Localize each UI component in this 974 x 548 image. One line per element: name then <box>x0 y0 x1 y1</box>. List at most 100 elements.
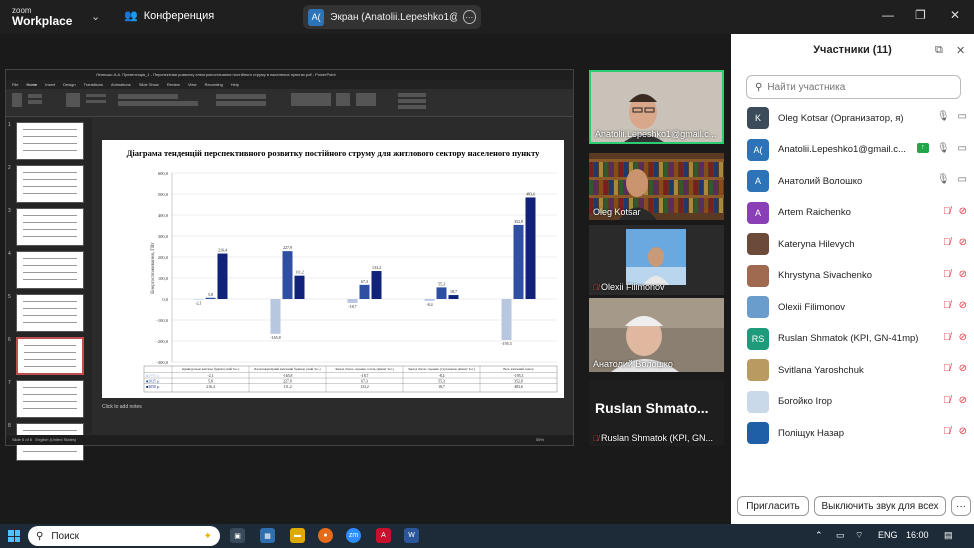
video-off-icon[interactable]: ⊘ <box>959 269 967 280</box>
video-off-icon[interactable]: ⊘ <box>959 395 967 406</box>
close-icon[interactable]: ✕ <box>950 8 960 22</box>
participant-row[interactable]: RS Ruslan Shmatok (KPI, GN-41mp) 🎙̸ ⊘ <box>747 326 967 352</box>
tray-language[interactable]: ENG <box>878 530 898 540</box>
participant-row[interactable]: A Artem Raichenko 🎙̸ ⊘ <box>747 200 967 226</box>
more-options-button[interactable]: ··· <box>951 496 971 516</box>
thumb-line <box>23 315 77 316</box>
participant-row[interactable]: A Анатолий Волошко 🎙 ▭ <box>747 168 967 194</box>
ppt-tab[interactable]: Animations <box>111 80 131 89</box>
close-icon[interactable]: ✕ <box>956 44 965 57</box>
conference-button[interactable]: 👥 Конференция <box>124 9 214 23</box>
slide-thumbnail[interactable] <box>16 251 84 289</box>
ppt-tab[interactable]: Insert <box>45 80 55 89</box>
video-off-icon[interactable]: ⊘ <box>959 332 967 343</box>
thumb-number: 3 <box>8 208 11 214</box>
restore-icon[interactable]: ❐ <box>915 8 926 22</box>
search-input[interactable] <box>767 81 948 93</box>
tray-time[interactable]: 16:00 <box>906 530 929 540</box>
video-icon[interactable]: ▭ <box>958 174 967 185</box>
video-off-icon[interactable]: ⊘ <box>959 426 967 437</box>
table-cell: ■2050 р. <box>146 385 160 389</box>
participant-row[interactable]: Богойко Ігор 🎙̸ ⊘ <box>747 389 967 415</box>
video-off-icon[interactable]: ⊘ <box>959 363 967 374</box>
logo-line2: Workplace <box>12 14 73 28</box>
more-icon[interactable]: ··· <box>462 10 477 24</box>
copilot-sparkle-icon: ✦ <box>203 530 212 542</box>
participant-row[interactable]: Olexii Filimonov 🎙̸ ⊘ <box>747 294 967 320</box>
thumb-line <box>23 401 77 402</box>
participant-status: 🎙̸ ⊘ <box>943 332 967 343</box>
thumb-line <box>23 150 77 151</box>
video-off-icon[interactable]: ⊘ <box>959 206 967 217</box>
video-tile[interactable]: Ruslan Shmato... 🎙̸ Ruslan Shmatok (KPI, … <box>589 380 724 446</box>
mic-muted-icon[interactable]: 🎙̸ <box>943 395 951 406</box>
thumb-line <box>23 451 77 452</box>
mic-icon[interactable]: 🎙 <box>937 174 950 185</box>
firefox-icon[interactable]: ● <box>318 528 333 543</box>
video-tile[interactable]: Анатолий Волошко <box>589 298 724 372</box>
slide-thumbnail[interactable] <box>16 380 84 418</box>
participant-row[interactable]: K Oleg Kotsar (Организатор, я) 🎙 ▭ <box>747 105 967 131</box>
minimize-icon[interactable]: — <box>882 8 894 22</box>
mic-muted-icon[interactable]: 🎙̸ <box>943 269 951 280</box>
notes-placeholder[interactable]: Click to add notes <box>102 404 142 410</box>
participant-row[interactable]: Svitlana Yaroshchuk 🎙̸ ⊘ <box>747 357 967 383</box>
video-tile[interactable]: Anatolii.Lepeshko1@gmail.c... <box>589 70 724 144</box>
slide-thumbnail[interactable] <box>16 165 84 203</box>
participant-search[interactable]: ⚲ <box>746 75 961 99</box>
popout-icon[interactable]: ⧉ <box>935 44 943 57</box>
invite-button[interactable]: Пригласить <box>737 496 809 516</box>
slide-thumbnail[interactable] <box>16 337 84 375</box>
mic-muted-icon[interactable]: 🎙̸ <box>943 363 951 374</box>
mic-muted-icon[interactable]: 🎙̸ <box>943 206 951 217</box>
mute-all-button[interactable]: Выключить звук для всех <box>814 496 946 516</box>
video-off-icon[interactable]: ⊘ <box>959 237 967 248</box>
video-icon[interactable]: ▭ <box>958 111 967 122</box>
thumb-line <box>23 322 77 323</box>
mic-icon[interactable]: 🎙 <box>937 143 950 154</box>
tray-chevron-icon[interactable]: ⌃ <box>815 530 823 541</box>
participant-row[interactable]: Khrystyna Sivachenko 🎙̸ ⊘ <box>747 263 967 289</box>
ppt-tab[interactable]: View <box>188 80 197 89</box>
participant-status: 🎙 ▭ <box>937 111 967 122</box>
network-icon[interactable]: ⌔ <box>855 530 863 541</box>
ppt-tab[interactable]: File <box>12 80 18 89</box>
video-icon[interactable]: ▭ <box>958 143 967 154</box>
chevron-down-icon[interactable]: ⌄ <box>91 10 100 23</box>
ppt-tab[interactable]: Design <box>63 80 75 89</box>
video-tile[interactable]: 🎙̸ Olexii Filimonov <box>589 225 724 295</box>
slide-thumbnail[interactable] <box>16 122 84 160</box>
app-icon[interactable]: ▦ <box>260 528 275 543</box>
mic-muted-icon[interactable]: 🎙̸ <box>943 300 951 311</box>
ppt-tab[interactable]: Home <box>26 80 37 89</box>
ppt-tab[interactable]: Help <box>231 80 239 89</box>
participant-row[interactable]: Поліщук Назар 🎙̸ ⊘ <box>747 420 967 446</box>
ppt-tab[interactable]: Slide Show <box>139 80 159 89</box>
video-tile[interactable]: Oleg Kotsar <box>589 153 724 220</box>
screen-share-pill[interactable]: A( Экран (Anatolii.Lepeshko1@gmail.com) … <box>303 5 481 29</box>
zoom-icon[interactable]: zm <box>346 528 361 543</box>
acrobat-icon[interactable]: A <box>376 528 391 543</box>
mic-icon[interactable]: 🎙 <box>937 111 950 122</box>
table-cell: ■2025 р. <box>146 380 160 384</box>
ppt-tab[interactable]: Review <box>167 80 180 89</box>
word-icon[interactable]: W <box>404 528 419 543</box>
participant-name: Богойко Ігор <box>778 396 833 407</box>
windows-start-icon[interactable] <box>8 530 20 542</box>
video-off-icon[interactable]: ⊘ <box>959 300 967 311</box>
mic-muted-icon[interactable]: 🎙̸ <box>943 332 951 343</box>
ppt-tab[interactable]: Transitions <box>84 80 103 89</box>
participant-row[interactable]: Kateryna Hilevych 🎙̸ ⊘ <box>747 231 967 257</box>
slide-thumbnails[interactable]: 1 2 3 4 5 6 7 8 <box>6 118 92 461</box>
slide-canvas[interactable]: Діаграма тенденцій перспективного розвит… <box>102 140 564 398</box>
notifications-icon[interactable]: ▤ <box>944 530 953 541</box>
slide-thumbnail[interactable] <box>16 208 84 246</box>
ppt-tab[interactable]: Recording <box>205 80 223 89</box>
taskbar-search[interactable]: ⚲ Поиск ✦ <box>28 526 220 546</box>
participant-row[interactable]: A(Anatolii.Lepeshko1@gmail.c... ↑ 🎙 ▭ <box>747 137 967 163</box>
file-explorer-icon[interactable]: ▬ <box>290 528 305 543</box>
task-view-icon[interactable]: ▣ <box>230 528 245 543</box>
slide-thumbnail[interactable] <box>16 294 84 332</box>
mic-muted-icon[interactable]: 🎙̸ <box>943 237 951 248</box>
mic-muted-icon[interactable]: 🎙̸ <box>943 426 951 437</box>
